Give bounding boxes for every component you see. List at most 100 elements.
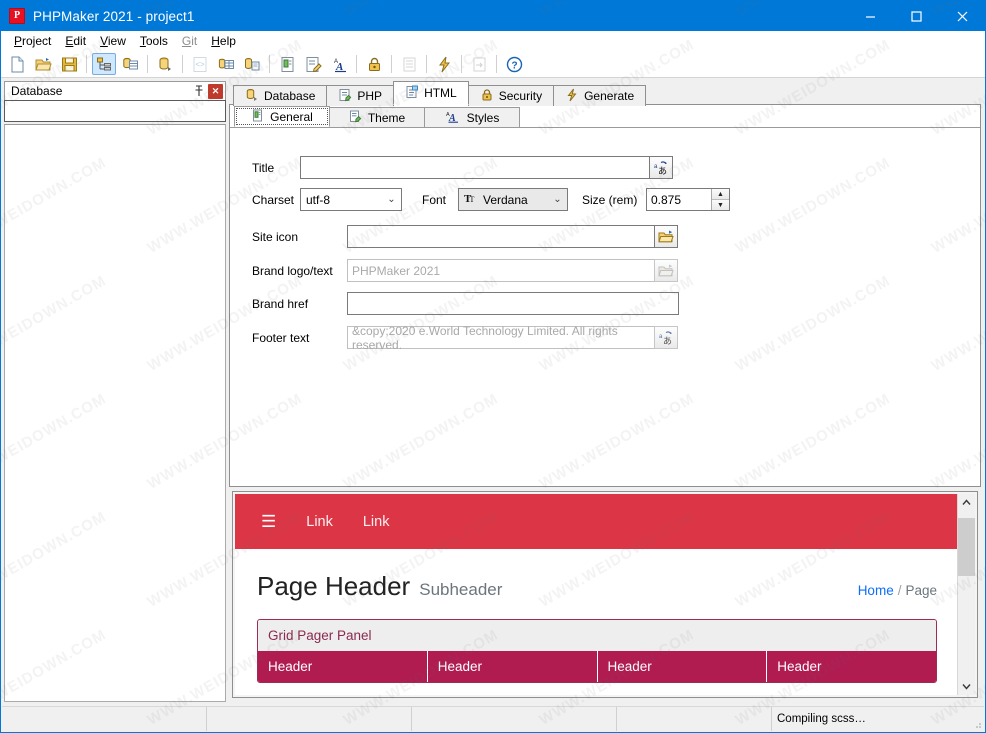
subtab-general[interactable]: General bbox=[234, 106, 330, 127]
preview-subheader: Subheader bbox=[419, 580, 503, 599]
menu-tools[interactable]: Tools bbox=[133, 32, 175, 50]
breadcrumb-home-link[interactable]: Home bbox=[858, 583, 894, 598]
save-project-icon[interactable] bbox=[57, 53, 81, 75]
database-tree[interactable] bbox=[4, 124, 226, 702]
grid-header-row: Header Header Header Header bbox=[258, 651, 936, 682]
database-connection-icon[interactable] bbox=[153, 53, 177, 75]
preview-render: ☰ Link Link Page Header Subheader Home / P… bbox=[235, 494, 957, 695]
close-panel-button[interactable]: ✕ bbox=[208, 83, 223, 99]
database-panel-caption: Database ✕ bbox=[4, 81, 226, 100]
title-bar: P PHPMaker 2021 - project1 bbox=[1, 1, 985, 31]
tab-security[interactable]: Security bbox=[467, 85, 555, 106]
menu-view[interactable]: View bbox=[93, 32, 133, 50]
subtab-theme[interactable]: Theme bbox=[329, 107, 425, 127]
help-icon[interactable]: ? bbox=[502, 53, 526, 75]
window-controls bbox=[847, 1, 985, 31]
status-cell-2 bbox=[207, 707, 412, 731]
svg-text:?: ? bbox=[511, 60, 517, 71]
generate-icon[interactable] bbox=[432, 53, 456, 75]
menu-git: Git bbox=[181, 34, 198, 48]
pin-icon[interactable] bbox=[191, 84, 206, 99]
svg-text:あ: あ bbox=[658, 166, 667, 176]
database-tree-icon[interactable] bbox=[92, 53, 116, 75]
styles-icon: AA bbox=[445, 110, 461, 126]
brand-href-row: Brand href bbox=[252, 292, 679, 315]
translate-icon[interactable]: aあ bbox=[649, 156, 673, 179]
hamburger-menu-icon[interactable]: ☰ bbox=[261, 513, 276, 530]
menu-help[interactable]: Help bbox=[204, 32, 243, 50]
multi-page-icon[interactable] bbox=[240, 53, 264, 75]
menu-project[interactable]: Project bbox=[7, 32, 58, 50]
folder-open-icon[interactable] bbox=[654, 225, 678, 248]
title-field-row: Title aあ bbox=[252, 156, 673, 179]
edit-page-icon[interactable] bbox=[301, 53, 325, 75]
open-project-icon[interactable] bbox=[31, 53, 55, 75]
brand-logo-label: Brand logo/text bbox=[252, 263, 333, 278]
spin-up-icon[interactable]: ▲ bbox=[712, 189, 729, 200]
database-panel-title: Database bbox=[11, 84, 63, 98]
minimize-button[interactable] bbox=[847, 1, 893, 31]
maximize-button[interactable] bbox=[893, 1, 939, 31]
toolbar-separator bbox=[496, 55, 497, 73]
svg-text:<>: <> bbox=[195, 60, 205, 69]
tab-generate[interactable]: Generate bbox=[553, 85, 647, 106]
preview-body: Page Header Subheader Home / Page Grid Pag… bbox=[235, 549, 957, 683]
site-icon-input[interactable] bbox=[347, 225, 655, 248]
preview-nav-link-2[interactable]: Link bbox=[363, 514, 390, 530]
size-spin-buttons: ▲ ▼ bbox=[711, 189, 729, 210]
chevron-up-icon[interactable] bbox=[958, 494, 975, 511]
grid-header-cell[interactable]: Header bbox=[427, 651, 598, 682]
menu-edit[interactable]: Edit bbox=[58, 32, 93, 50]
tab-database[interactable]: Database bbox=[233, 85, 328, 106]
grid-header-cell[interactable]: Header bbox=[597, 651, 768, 682]
font-select[interactable]: TT Verdana ⌄ bbox=[458, 188, 568, 211]
footer-text-input[interactable]: &copy;2020 e.World Technology Limited. A… bbox=[347, 323, 655, 352]
subtab-styles[interactable]: AA Styles bbox=[424, 107, 520, 127]
security-lock-icon[interactable] bbox=[362, 53, 386, 75]
grid-header-cell[interactable]: Header bbox=[767, 651, 936, 682]
charset-font-size-row: Charset utf-8 ⌄ Font TT Verdana ⌄ Size (… bbox=[252, 188, 730, 211]
preview-navbar: ☰ Link Link bbox=[235, 494, 957, 549]
brand-logo-input[interactable]: PHPMaker 2021 bbox=[347, 259, 655, 282]
size-stepper[interactable]: 0.875 ▲ ▼ bbox=[646, 188, 730, 211]
charset-label: Charset bbox=[252, 192, 295, 207]
table-grid-icon[interactable] bbox=[214, 53, 238, 75]
tab-php[interactable]: PHP bbox=[326, 85, 395, 106]
translate-icon[interactable]: aあ bbox=[654, 326, 678, 349]
sub-tab-bar: General Theme AA Styles bbox=[230, 105, 980, 128]
chevron-down-icon: ⌄ bbox=[387, 193, 396, 205]
preview-header-row: Page Header Subheader Home / Page bbox=[257, 549, 937, 602]
scrollbar-track[interactable] bbox=[958, 511, 975, 678]
charset-select[interactable]: utf-8 ⌄ bbox=[300, 188, 402, 211]
folder-open-icon[interactable] bbox=[654, 259, 678, 282]
title-input[interactable] bbox=[300, 156, 650, 179]
footer-text-value: &copy;2020 e.World Technology Limited. A… bbox=[352, 323, 618, 352]
font-label: Font bbox=[422, 192, 447, 207]
grid-header-cell[interactable]: Header bbox=[258, 651, 428, 682]
tab-html[interactable]: HTML bbox=[393, 81, 469, 105]
footer-text-label: Footer text bbox=[252, 330, 310, 345]
database-filter-input[interactable] bbox=[4, 100, 226, 122]
chevron-down-icon[interactable] bbox=[958, 678, 975, 695]
toolbar-separator bbox=[182, 55, 183, 73]
svg-text:T: T bbox=[470, 195, 475, 204]
preview-nav-link-1[interactable]: Link bbox=[306, 514, 333, 530]
close-button[interactable] bbox=[939, 1, 985, 31]
scrollbar-thumb[interactable] bbox=[958, 518, 975, 576]
page-properties-icon[interactable] bbox=[275, 53, 299, 75]
resize-grip-icon[interactable] bbox=[968, 707, 984, 731]
preview-scrollbar[interactable] bbox=[957, 494, 975, 695]
status-cell-4 bbox=[617, 707, 772, 731]
tab-generate-label: Generate bbox=[584, 89, 635, 103]
toolbar-separator bbox=[269, 55, 270, 73]
database-icon bbox=[245, 88, 259, 105]
spin-down-icon[interactable]: ▼ bbox=[712, 200, 729, 210]
general-settings-form: Title aあ Charset utf-8 ⌄ Font T T Verdan… bbox=[230, 128, 980, 486]
new-project-icon[interactable] bbox=[5, 53, 29, 75]
brand-href-input[interactable] bbox=[347, 292, 679, 315]
toolbar-separator bbox=[356, 55, 357, 73]
tab-security-label: Security bbox=[498, 89, 543, 103]
table-list-icon[interactable] bbox=[118, 53, 142, 75]
brand-logo-value: PHPMaker 2021 bbox=[352, 263, 441, 278]
font-style-icon[interactable]: AA bbox=[327, 53, 351, 75]
